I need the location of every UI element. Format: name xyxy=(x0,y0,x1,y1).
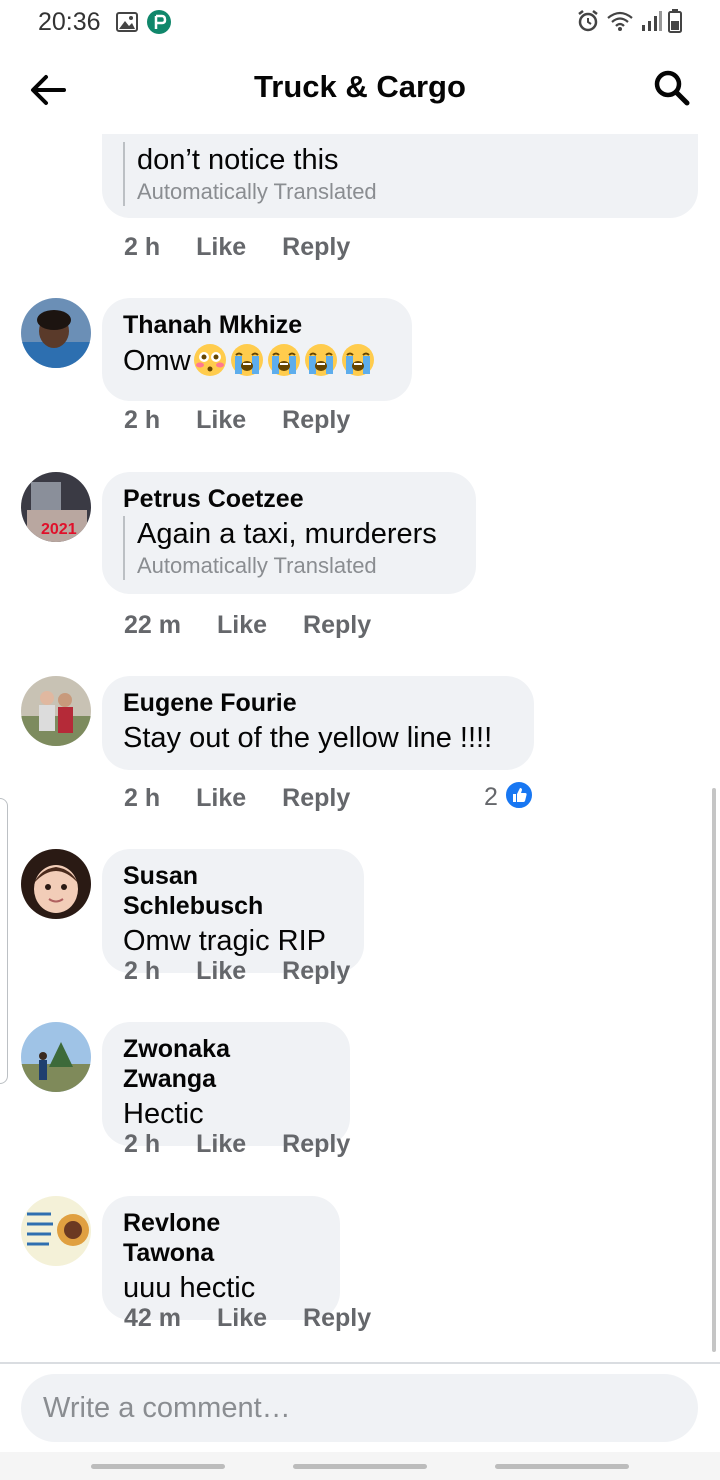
comment-actions: 2 h Like Reply xyxy=(124,403,350,437)
comment-author[interactable]: Eugene Fourie xyxy=(123,688,512,718)
comment-actions: 42 m Like Reply xyxy=(124,1301,371,1335)
comment-text: Stay out of the yellow line !!!! xyxy=(123,722,493,754)
comment-time[interactable]: 2 h xyxy=(124,233,160,262)
pocketpay-icon xyxy=(146,9,172,40)
comment-author[interactable]: Revlone Tawona xyxy=(123,1208,318,1268)
app-header: Truck & Cargo xyxy=(0,44,720,134)
comment-author[interactable]: Susan Schlebusch xyxy=(123,861,342,921)
translated-label[interactable]: Automatically Translated xyxy=(137,178,676,206)
image-icon xyxy=(116,12,138,37)
comment-bubble[interactable]: Petrus Coetzee Again a taxi, murderers A… xyxy=(102,472,476,594)
comment-text: don’t notice this xyxy=(137,144,339,176)
avatar[interactable] xyxy=(21,1022,91,1092)
flushed-face-emoji xyxy=(192,342,228,387)
like-button[interactable]: Like xyxy=(196,406,246,435)
scrollbar[interactable] xyxy=(712,788,716,1352)
translated-block: don’t notice this Automatically Translat… xyxy=(123,142,676,206)
search-icon[interactable] xyxy=(652,68,692,108)
avatar[interactable]: 2021 xyxy=(21,472,91,542)
reply-button[interactable]: Reply xyxy=(303,1304,371,1333)
battery-icon xyxy=(668,9,682,38)
like-button[interactable]: Like xyxy=(196,1130,246,1159)
status-left-icons xyxy=(116,9,172,40)
status-right-icons xyxy=(576,9,682,38)
divider xyxy=(0,1362,720,1364)
nav-recent-button[interactable] xyxy=(91,1464,225,1469)
like-button[interactable]: Like xyxy=(196,957,246,986)
comment-author[interactable]: Petrus Coetzee xyxy=(123,484,454,514)
like-button[interactable]: Like xyxy=(217,1304,267,1333)
comment-actions: 2 h Like Reply xyxy=(124,1127,350,1161)
loudly-crying-face-emoji xyxy=(303,342,339,387)
reply-button[interactable]: Reply xyxy=(282,233,350,262)
loudly-crying-face-emoji xyxy=(266,342,302,387)
reply-button[interactable]: Reply xyxy=(282,957,350,986)
signal-icon xyxy=(640,10,662,37)
system-nav-bar xyxy=(0,1452,720,1480)
alarm-icon xyxy=(576,9,600,38)
comment-text: Again a taxi, murderers xyxy=(137,518,437,550)
reply-button[interactable]: Reply xyxy=(282,784,350,813)
comment-bubble[interactable]: Thanah Mkhize Omw xyxy=(102,298,412,401)
status-bar: 20:36 xyxy=(0,0,720,44)
avatar[interactable] xyxy=(21,849,91,919)
reaction-count: 2 xyxy=(484,783,498,811)
comments-list: don’t notice this Automatically Translat… xyxy=(0,134,720,1362)
comment-time[interactable]: 42 m xyxy=(124,1304,181,1333)
comment-time[interactable]: 2 h xyxy=(124,1130,160,1159)
comment-time[interactable]: 22 m xyxy=(124,611,181,640)
comment-bubble[interactable]: Eugene Fourie Stay out of the yellow lin… xyxy=(102,676,534,770)
like-reaction-icon xyxy=(503,780,534,815)
comment-author[interactable]: Thanah Mkhize xyxy=(123,310,390,340)
reaction-summary[interactable]: 2 xyxy=(484,780,534,815)
svg-text:2021: 2021 xyxy=(41,521,77,538)
translated-label[interactable]: Automatically Translated xyxy=(137,552,454,580)
comment-actions: 2 h Like Reply xyxy=(124,954,350,988)
status-time: 20:36 xyxy=(38,8,101,36)
comment-time[interactable]: 2 h xyxy=(124,406,160,435)
comment-text-row: Omw xyxy=(123,342,390,387)
comment-bubble[interactable]: don’t notice this Automatically Translat… xyxy=(102,134,698,218)
page-title: Truck & Cargo xyxy=(254,69,466,104)
reply-button[interactable]: Reply xyxy=(282,1130,350,1159)
comment-time[interactable]: 2 h xyxy=(124,784,160,813)
nav-home-button[interactable] xyxy=(293,1464,427,1469)
comment-composer[interactable] xyxy=(21,1374,698,1442)
avatar[interactable] xyxy=(21,1196,91,1266)
comment-text: Omw xyxy=(123,345,191,377)
comment-input[interactable] xyxy=(21,1374,698,1442)
like-button[interactable]: Like xyxy=(196,233,246,262)
avatar[interactable] xyxy=(21,676,91,746)
side-panel-handle[interactable] xyxy=(0,798,8,1084)
reply-button[interactable]: Reply xyxy=(303,611,371,640)
nav-back-button[interactable] xyxy=(495,1464,629,1469)
like-button[interactable]: Like xyxy=(217,611,267,640)
comment-actions: 2 h Like Reply xyxy=(124,230,350,264)
reply-button[interactable]: Reply xyxy=(282,406,350,435)
comment-actions: 2 h Like Reply xyxy=(124,781,350,815)
loudly-crying-face-emoji xyxy=(340,342,376,387)
translated-block: Again a taxi, murderers Automatically Tr… xyxy=(123,516,454,580)
loudly-crying-face-emoji xyxy=(229,342,265,387)
comment-author[interactable]: Zwonaka Zwanga xyxy=(123,1034,328,1094)
like-button[interactable]: Like xyxy=(196,784,246,813)
comment-actions: 22 m Like Reply xyxy=(124,608,371,642)
comment-time[interactable]: 2 h xyxy=(124,957,160,986)
avatar[interactable] xyxy=(21,298,91,368)
wifi-icon xyxy=(606,10,634,37)
